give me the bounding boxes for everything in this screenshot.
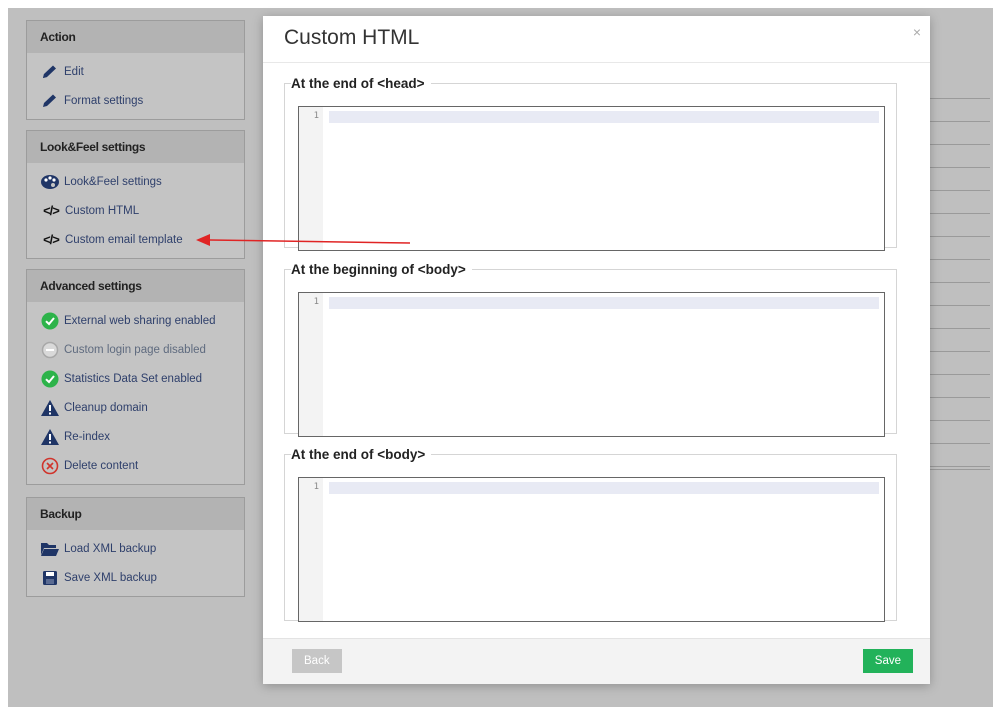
backup-panel: Backup Load XML backup Save XML backup [26,497,245,597]
background-table [929,98,990,470]
item-label: Custom login page disabled [64,343,206,356]
code-icon: </> [43,203,60,218]
look-and-feel-settings-link[interactable]: Look&Feel settings [27,167,244,196]
editor-gutter: 1 [299,107,323,250]
item-label: Delete content [64,459,139,472]
warning-icon [40,427,60,447]
x-circle-icon [40,456,60,476]
item-label: Load XML backup [64,542,157,555]
item-label: Custom email template [65,233,183,246]
custom-html-dialog: Custom HTML × At the end of <head> 1 At … [263,16,930,684]
panel-title: Look&Feel settings [27,131,244,163]
editor-gutter: 1 [299,293,323,436]
active-line [329,297,879,309]
dialog-title: Custom HTML [284,26,420,49]
folder-open-icon [40,539,60,559]
line-number: 1 [313,111,319,121]
section-legend: At the beginning of <body> [291,262,466,277]
item-label: Cleanup domain [64,401,148,414]
active-line [329,482,879,494]
custom-email-template-link[interactable]: </> Custom email template [27,225,244,254]
item-label: Statistics Data Set enabled [64,372,203,385]
advanced-settings-panel: Advanced settings External web sharing e… [26,269,245,485]
save-button[interactable]: Save [862,649,913,673]
item-label: Re-index [64,430,111,443]
item-label: Custom HTML [65,204,140,217]
line-number: 1 [313,297,319,307]
cleanup-domain-link[interactable]: Cleanup domain [27,393,244,422]
code-icon: </> [43,232,60,247]
back-button[interactable]: Back [292,649,342,673]
head-end-code-editor[interactable]: 1 [298,106,885,251]
floppy-icon [40,568,60,588]
close-icon[interactable]: × [913,24,921,40]
body-end-code-editor[interactable]: 1 [298,477,885,622]
item-label: External web sharing enabled [64,314,216,327]
edit-link[interactable]: Edit [27,57,244,86]
body-end-section: At the end of <body> 1 [284,447,897,622]
pencil-icon [40,91,60,111]
item-label: Format settings [64,94,144,107]
editor-gutter: 1 [299,478,323,621]
format-settings-link[interactable]: Format settings [27,86,244,115]
item-label: Look&Feel settings [64,175,162,188]
dialog-footer: Back Save [263,638,930,684]
custom-html-link[interactable]: </> Custom HTML [27,196,244,225]
external-web-sharing-link[interactable]: External web sharing enabled [27,306,244,335]
minus-circle-icon [40,340,60,360]
panel-title: Backup [27,498,244,530]
active-line [329,111,879,123]
head-end-section: At the end of <head> 1 [284,76,897,251]
warning-icon [40,398,60,418]
save-xml-backup-link[interactable]: Save XML backup [27,563,244,592]
item-label: Save XML backup [64,571,157,584]
body-start-section: At the beginning of <body> 1 [284,262,897,437]
pencil-icon [40,62,60,82]
check-circle-icon [40,311,60,331]
panel-title: Advanced settings [27,270,244,302]
check-circle-icon [40,369,60,389]
action-panel: Action Edit Format settings [26,20,245,120]
load-xml-backup-link[interactable]: Load XML backup [27,534,244,563]
item-label: Edit [64,65,84,78]
delete-content-link[interactable]: Delete content [27,451,244,480]
panel-title: Action [27,21,244,53]
custom-login-page-link[interactable]: Custom login page disabled [27,335,244,364]
section-legend: At the end of <head> [291,76,425,91]
re-index-link[interactable]: Re-index [27,422,244,451]
look-and-feel-panel: Look&Feel settings Look&Feel settings </… [26,130,245,259]
dialog-divider [263,62,930,63]
statistics-data-set-link[interactable]: Statistics Data Set enabled [27,364,244,393]
section-legend: At the end of <body> [291,447,426,462]
body-start-code-editor[interactable]: 1 [298,292,885,437]
line-number: 1 [313,482,319,492]
palette-icon [40,172,60,192]
